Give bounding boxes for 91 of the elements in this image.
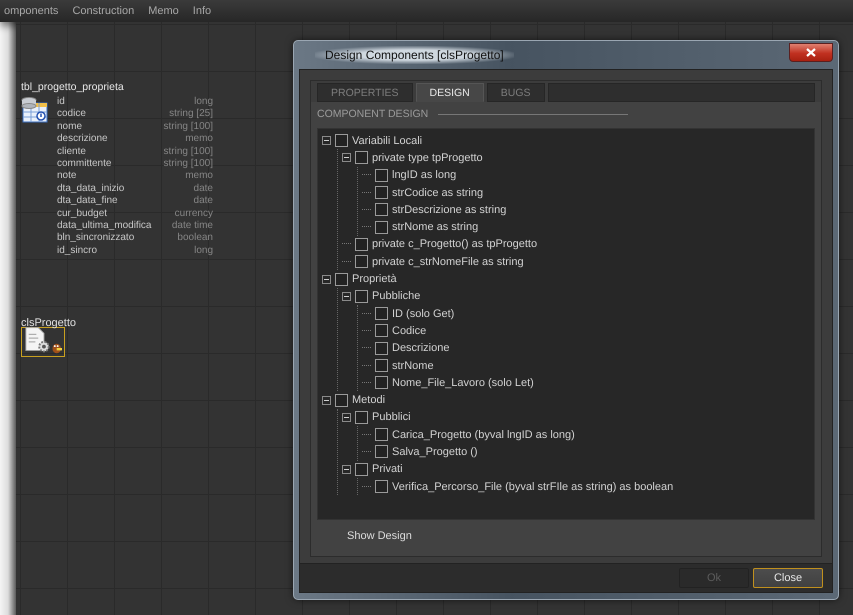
tree-item[interactable]: strNome	[392, 360, 434, 372]
tree-item[interactable]: private c_Progetto() as tpProgetto	[372, 238, 538, 250]
tree-item[interactable]: strCodice as string	[392, 186, 484, 199]
checkbox[interactable]	[375, 203, 388, 216]
field-type: string [100]	[164, 158, 213, 170]
field-type: string [100]	[164, 120, 213, 134]
tree-item[interactable]: strNome as string	[392, 221, 478, 234]
tab[interactable]: DESIGN	[416, 83, 484, 102]
database-table-icon	[21, 97, 49, 123]
field-name: id_sincro	[57, 244, 98, 258]
tree-item[interactable]: Codice	[392, 324, 426, 337]
field-name: bln_sincronizzato	[57, 232, 134, 245]
checkbox[interactable]	[355, 290, 368, 303]
checkbox[interactable]	[375, 324, 388, 338]
tree-item[interactable]: Variabili Locali	[352, 134, 422, 147]
show-design-link[interactable]: Show Design	[347, 530, 412, 542]
checkbox[interactable]	[355, 410, 368, 424]
field-name: cliente	[57, 146, 86, 158]
field-name: data_ultima_modifica	[57, 220, 152, 232]
field-type: date	[194, 195, 213, 208]
collapse-icon[interactable]	[322, 274, 331, 284]
checkbox[interactable]	[355, 462, 368, 476]
collapse-icon[interactable]	[322, 136, 331, 146]
field-type: boolean	[177, 232, 213, 245]
field-name: committente	[57, 158, 112, 170]
field-name: codice	[57, 108, 86, 121]
tree-item[interactable]: strDescrizione as string	[392, 204, 506, 216]
class-node[interactable]	[21, 327, 65, 357]
field-type: long	[194, 244, 213, 258]
checkbox[interactable]	[375, 428, 388, 442]
checkbox[interactable]	[375, 359, 388, 372]
collapse-icon[interactable]	[342, 292, 351, 301]
collapse-icon[interactable]	[322, 396, 331, 405]
close-dialog-button[interactable]: Close	[753, 568, 823, 588]
checkbox[interactable]	[375, 186, 388, 200]
field-type: string [100]	[164, 146, 213, 158]
tree-item[interactable]: private c_strNomeFile as string	[372, 256, 524, 268]
tree-item[interactable]: Proprietà	[352, 273, 397, 286]
checkbox[interactable]	[375, 342, 388, 355]
close-icon	[806, 48, 816, 56]
checkbox[interactable]	[375, 168, 388, 182]
field-name: dta_data_fine	[57, 195, 118, 208]
checkbox[interactable]	[355, 238, 368, 251]
menu-item[interactable]: Memo	[148, 5, 179, 17]
collapse-icon[interactable]	[342, 153, 351, 162]
field-name: cur_budget	[57, 208, 108, 220]
tree-item[interactable]: Verifica_Percorso_File (byval strFIle as string) as boolean	[392, 480, 674, 493]
tree-item[interactable]: Metodi	[352, 394, 386, 406]
tree-item[interactable]: Pubbliche	[372, 290, 420, 302]
field-type: date time	[172, 220, 213, 232]
field-name: nome	[57, 120, 82, 134]
tree-item[interactable]: Privati	[372, 463, 403, 476]
menu-item[interactable]: Info	[192, 5, 212, 17]
section-title: COMPONENT DESIGN	[317, 108, 428, 120]
checkbox[interactable]	[375, 480, 388, 494]
close-button[interactable]	[789, 42, 833, 62]
field-type: memo	[185, 170, 213, 183]
checkbox[interactable]	[375, 376, 388, 390]
field-name: id	[57, 96, 65, 108]
tree-item[interactable]: ID (solo Get)	[392, 308, 454, 320]
collapse-icon[interactable]	[342, 412, 351, 422]
checkbox[interactable]	[355, 151, 368, 164]
table-title: tbl_progetto_proprieta	[21, 81, 125, 93]
checkbox[interactable]	[335, 394, 348, 407]
menu-item[interactable]: omponents	[4, 5, 58, 17]
field-type: memo	[185, 133, 213, 146]
class-title: clsProgetto	[21, 317, 76, 329]
checkbox[interactable]	[375, 307, 388, 320]
field-type: long	[194, 96, 213, 108]
tree-item[interactable]: Carica_Progetto (byval lngID as long)	[392, 428, 575, 441]
field-name: note	[57, 170, 76, 183]
tree-item[interactable]: Salva_Progetto ()	[392, 446, 478, 458]
field-type: string [25]	[169, 108, 213, 121]
field-name: descrizione	[57, 133, 108, 146]
tree-item[interactable]: lngID as long	[392, 169, 456, 182]
field-type: currency	[174, 208, 213, 220]
field-name: dta_data_inizio	[57, 182, 124, 196]
dialog-title: Design Components [clsProgetto]	[315, 46, 514, 64]
tree-item[interactable]: Pubblici	[372, 411, 411, 424]
checkbox[interactable]	[335, 134, 348, 148]
collapse-icon[interactable]	[342, 464, 351, 474]
field-type: date	[194, 182, 213, 196]
tree-item[interactable]: Descrizione	[392, 342, 450, 354]
menu-item[interactable]: Construction	[72, 5, 134, 17]
tree-item[interactable]: private type tpProgetto	[372, 152, 483, 164]
checkbox[interactable]	[355, 255, 368, 268]
checkbox[interactable]	[375, 220, 388, 234]
checkbox[interactable]	[335, 272, 348, 286]
checkbox[interactable]	[375, 445, 388, 458]
bug-icon	[50, 342, 62, 354]
tree-item[interactable]: Nome_File_Lavoro (solo Let)	[392, 376, 534, 389]
